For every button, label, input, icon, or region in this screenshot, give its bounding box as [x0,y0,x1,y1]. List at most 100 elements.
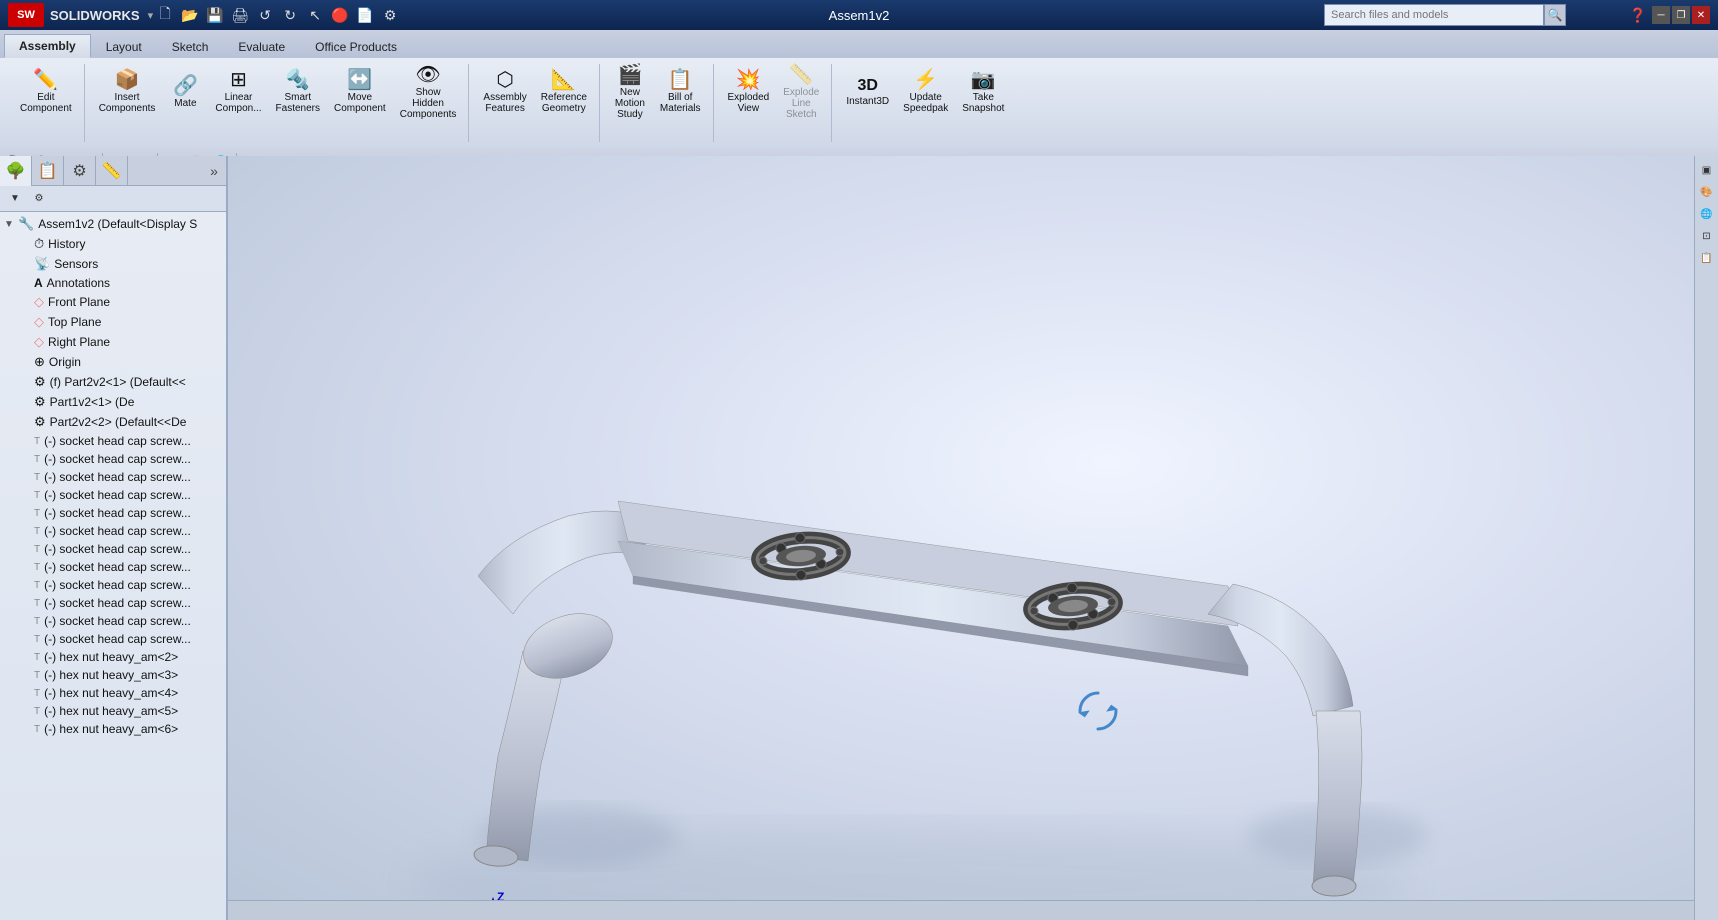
root-expand-icon[interactable]: ▼ [4,219,18,230]
tab-sketch[interactable]: Sketch [157,35,224,58]
tree-screw-6[interactable]: T (-) socket head cap screw... [0,522,226,540]
bom-btn[interactable]: 📋 Bill ofMaterials [654,64,707,120]
tab-layout[interactable]: Layout [91,35,157,58]
search-button[interactable]: 🔍 [1544,4,1566,26]
screw-12-expand [20,634,34,645]
ribbon-group-explode-items: 💥 ExplodedView 📏 ExplodeLineSketch [722,64,826,120]
tree-hex-nut-5[interactable]: T (-) hex nut heavy_am<5> [0,702,226,720]
tab-office-products[interactable]: Office Products [300,35,412,58]
right-panel-btn3[interactable]: 🌐 [1697,204,1717,224]
right-panel-btn4[interactable]: ⊡ [1697,226,1717,246]
config-manager-tab[interactable]: ⚙ [64,156,96,186]
insert-components-btn[interactable]: 📦 InsertComponents [93,64,162,120]
dim-xpert-tab[interactable]: 📏 [96,156,128,186]
new-motion-btn[interactable]: 🎬 NewMotionStudy [608,64,652,120]
help-btn[interactable]: ❓ [1626,3,1650,27]
show-hidden-btn[interactable]: 👁 ShowHiddenComponents [394,64,463,120]
exploded-view-btn[interactable]: 💥 ExplodedView [722,64,776,120]
expand-sidebar-btn[interactable]: » [202,156,226,186]
tree-front-plane[interactable]: ◇ Front Plane [0,292,226,312]
print-btn[interactable]: 🖨 [228,3,252,27]
annotations-icon: A [34,276,43,290]
filter-btn[interactable]: ▼ [4,188,26,210]
reference-geometry-btn[interactable]: 📐 ReferenceGeometry [535,64,593,120]
tree-screw-4-label: (-) socket head cap screw... [44,488,191,502]
tree-origin[interactable]: ⊕ Origin [0,352,226,372]
hex-nut-5-icon: T [34,706,40,717]
tree-screw-2[interactable]: T (-) socket head cap screw... [0,450,226,468]
select-btn[interactable]: ↖ [303,3,327,27]
3d-viewport[interactable]: Z [228,156,1694,920]
update-speedpak-btn[interactable]: ⚡ UpdateSpeedpak [897,64,954,120]
tree-hex-nut-2[interactable]: T (-) hex nut heavy_am<2> [0,648,226,666]
right-panel-btn1[interactable]: ▣ [1697,160,1717,180]
tree-annotations[interactable]: A Annotations [0,274,226,292]
sidebar-settings-btn[interactable]: ⚙ [28,188,50,210]
ribbon-tabs: Assembly Layout Sketch Evaluate Office P… [0,30,1718,58]
document-title: Assem1v2 [829,8,890,23]
mate-btn[interactable]: 🔗 Mate [163,64,207,120]
tree-hex-nut-3[interactable]: T (-) hex nut heavy_am<3> [0,666,226,684]
tree-right-plane-label: Right Plane [48,335,110,349]
feature-tree: ▼ 🔧 Assem1v2 (Default<Display S ⏱ Histor… [0,212,226,920]
tree-screw-8[interactable]: T (-) socket head cap screw... [0,558,226,576]
redo-btn[interactable]: ↻ [278,3,302,27]
ribbon-group-motion: 🎬 NewMotionStudy 📋 Bill ofMaterials [602,64,714,142]
undo-btn[interactable]: ↺ [253,3,277,27]
tree-hex-nut-5-label: (-) hex nut heavy_am<5> [44,704,178,718]
save-btn[interactable]: 💾 [203,3,227,27]
tree-top-plane[interactable]: ◇ Top Plane [0,312,226,332]
tree-screw-7[interactable]: T (-) socket head cap screw... [0,540,226,558]
feature-manager-tab[interactable]: 🌳 [0,156,32,186]
tree-screw-3[interactable]: T (-) socket head cap screw... [0,468,226,486]
tree-part2v2-1[interactable]: ⚙ (f) Part2v2<1> (Default<< [0,372,226,392]
hex-nut-6-expand [20,724,34,735]
tree-root[interactable]: ▼ 🔧 Assem1v2 (Default<Display S [0,214,226,234]
tree-part2v2-2[interactable]: ⚙ Part2v2<2> (Default<<De [0,412,226,432]
tree-screw-12[interactable]: T (-) socket head cap screw... [0,630,226,648]
tree-part2v2-1-label: (f) Part2v2<1> (Default<< [50,375,186,389]
tree-sensors[interactable]: 📡 Sensors [0,254,226,274]
tree-screw-11[interactable]: T (-) socket head cap screw... [0,612,226,630]
tab-evaluate[interactable]: Evaluate [223,35,300,58]
search-input[interactable] [1324,4,1544,26]
smart-fasteners-btn[interactable]: 🔩 SmartFasteners [270,64,326,120]
options-btn[interactable]: ⚙ [378,3,402,27]
take-snapshot-btn[interactable]: 📷 TakeSnapshot [956,64,1010,120]
motion-icon: 🎬 [617,65,642,85]
rebuild-btn[interactable]: 🔴 [328,3,352,27]
right-panel-btn2[interactable]: 🎨 [1697,182,1717,202]
tree-screw-1[interactable]: T (-) socket head cap screw... [0,432,226,450]
property-manager-tab[interactable]: 📋 [32,156,64,186]
linear-component-btn[interactable]: ⊞ LinearCompon... [209,64,267,120]
open-file-btn[interactable]: 📂 [178,3,202,27]
tree-hex-nut-6[interactable]: T (-) hex nut heavy_am<6> [0,720,226,738]
move-component-btn[interactable]: ↔️ MoveComponent [328,64,392,120]
right-panel-btn5[interactable]: 📋 [1697,248,1717,268]
tree-screw-9[interactable]: T (-) socket head cap screw... [0,576,226,594]
close-btn[interactable]: ✕ [1692,6,1710,24]
restore-btn[interactable]: ❐ [1672,6,1690,24]
tree-screw-8-label: (-) socket head cap screw... [44,560,191,574]
tree-part1v2-1[interactable]: ⚙ Part1v2<1> (De [0,392,226,412]
explode-line-btn[interactable]: 📏 ExplodeLineSketch [777,64,825,120]
screw-4-icon: T [34,490,40,501]
instant3d-btn[interactable]: 3D Instant3D [840,64,895,120]
app-logo: SW SOLIDWORKS ▾ [8,3,153,27]
assembly-features-btn[interactable]: ⬡ AssemblyFeatures [477,64,532,120]
tree-screw-4[interactable]: T (-) socket head cap screw... [0,486,226,504]
edit-component-btn[interactable]: ✏️ EditComponent [14,64,78,120]
tree-screw-5[interactable]: T (-) socket head cap screw... [0,504,226,522]
minimize-btn[interactable]: ─ [1652,6,1670,24]
tree-screw-10[interactable]: T (-) socket head cap screw... [0,594,226,612]
new-file-btn[interactable]: 🗋 [153,3,177,27]
tree-hex-nut-4[interactable]: T (-) hex nut heavy_am<4> [0,684,226,702]
tree-history[interactable]: ⏱ History [0,234,226,254]
tree-right-plane[interactable]: ◇ Right Plane [0,332,226,352]
file-props-btn[interactable]: 📄 [353,3,377,27]
tree-annotations-label: Annotations [47,276,110,290]
quick-access-toolbar: 🗋 📂 💾 🖨 ↺ ↻ ↖ 🔴 📄 ⚙ [153,3,402,27]
front-plane-icon: ◇ [34,294,44,310]
tab-assembly[interactable]: Assembly [4,34,91,58]
screw-11-expand [20,616,34,627]
